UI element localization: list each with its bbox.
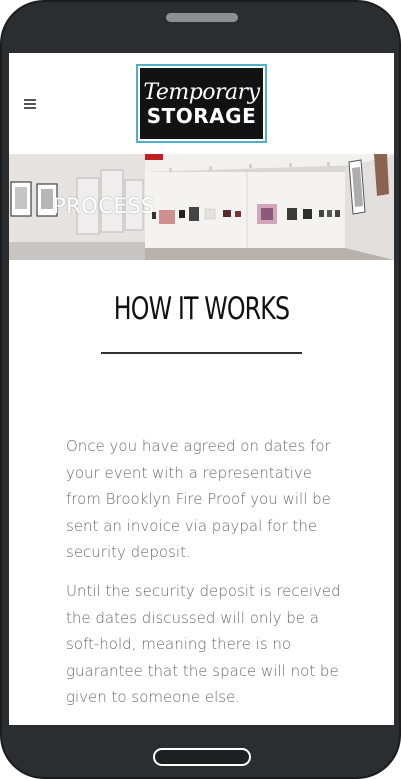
site-header: Temporary STORAGE xyxy=(9,53,394,154)
logo-line2: STORAGE xyxy=(146,103,257,128)
logo-line1: Temporary xyxy=(143,79,260,105)
hero-banner: PROCESS xyxy=(9,154,394,260)
page-heading: HOW IT WORKS xyxy=(113,291,290,327)
site-logo[interactable]: Temporary STORAGE xyxy=(136,64,267,143)
hamburger-menu-icon[interactable] xyxy=(24,99,36,109)
heading-divider xyxy=(101,352,302,354)
phone-frame: Temporary STORAGE PROCESS HOW IT WORKS O… xyxy=(0,0,401,779)
home-button[interactable] xyxy=(153,748,251,766)
browser-viewport[interactable]: Temporary STORAGE PROCESS HOW IT WORKS O… xyxy=(9,53,394,725)
paragraph-deposit-invoice: Once you have agreed on dates for your e… xyxy=(66,437,331,561)
hero-title: PROCESS xyxy=(53,194,155,218)
phone-speaker xyxy=(166,13,238,22)
paragraph-soft-hold: Until the security deposit is received t… xyxy=(66,582,341,706)
